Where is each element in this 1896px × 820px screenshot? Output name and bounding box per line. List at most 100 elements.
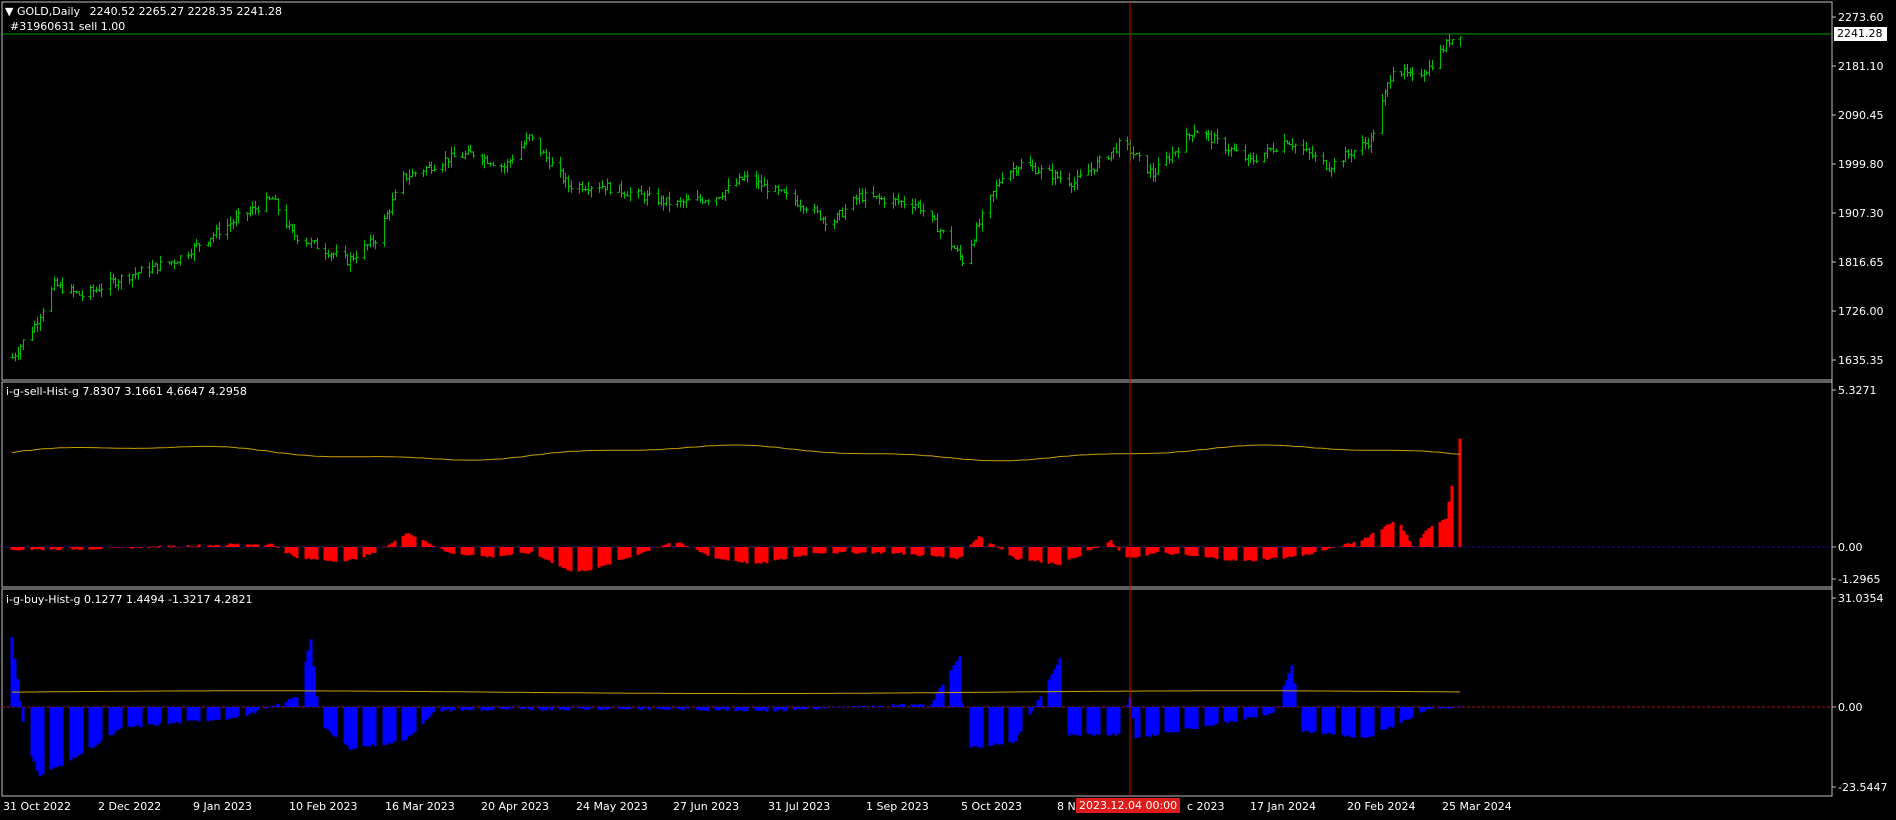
ohlc-bar (211, 232, 216, 243)
ohlc-bar (158, 255, 163, 272)
sell-hist-bar (1419, 537, 1423, 547)
buy-hist-bar (1125, 705, 1129, 707)
ohlc-bar (345, 253, 350, 266)
ohlc-bar (505, 159, 510, 173)
time-axis-label: c 2023 (1187, 800, 1225, 813)
ohlc-bar (843, 204, 848, 220)
price-axis-label: 1907.30 (1838, 207, 1884, 220)
sell-hist-bar (365, 547, 369, 555)
chart-canvas[interactable] (0, 0, 1896, 820)
sell-hist-bar (1117, 547, 1121, 551)
sell-hist-bar (1036, 547, 1040, 561)
sell-hist-bar (424, 541, 428, 547)
ohlc-bar (994, 179, 999, 199)
sell-hist-bar (443, 547, 447, 552)
price-axis-label: 2273.60 (1838, 11, 1884, 24)
buy-hist-bar (1329, 707, 1333, 734)
ohlc-bar (879, 195, 884, 200)
ohlc-bar (1097, 155, 1102, 169)
ohlc-bar (334, 244, 339, 258)
price-axis-label: 2090.45 (1838, 109, 1884, 122)
sell-hist-bar (284, 547, 288, 554)
buy-hist-bar (1055, 664, 1059, 707)
ohlc-bar (988, 194, 993, 219)
sell-hist-bar (1366, 537, 1370, 547)
sell-hist-bar (1346, 543, 1350, 547)
buy-hist-bar (1072, 707, 1076, 735)
ohlc-bar (1053, 169, 1058, 185)
ohlc-bar (482, 153, 487, 169)
sell-hist-bar (1405, 534, 1409, 547)
order-label[interactable]: #31960631 sell 1.00 (10, 20, 125, 33)
sell-hist-bar (941, 547, 945, 558)
sell-hist-bar (60, 547, 64, 549)
buy-hist-bar (253, 707, 257, 714)
ohlc-bar (1248, 152, 1253, 163)
buy-hist-bar (622, 707, 626, 710)
sell-hist-bar (1313, 547, 1317, 553)
ohlc-bar (1274, 148, 1279, 153)
buy-hist-bar (801, 707, 805, 710)
ohlc-bar (586, 182, 591, 196)
sell-hist-bar (1069, 547, 1073, 558)
sell-hist-bar (547, 547, 551, 561)
sell-hist-bar (1192, 547, 1196, 557)
buy-hist-bar (958, 656, 962, 707)
sell-hist-bar (566, 547, 570, 571)
sell-hist-bar (955, 547, 959, 560)
symbol-header[interactable]: ▼ GOLD,Daily 2240.52 2265.27 2228.35 224… (5, 5, 282, 18)
buy-hist-bar (460, 707, 464, 711)
sell-hist-bar (823, 547, 827, 554)
sell-hist-bar (326, 547, 330, 562)
buy-hist-bar (1346, 707, 1350, 736)
sell-hist-bar (1380, 529, 1384, 547)
sell-hist-bar (18, 547, 22, 551)
sell-hist-bar (1229, 547, 1233, 561)
ohlc-bar (1438, 44, 1443, 70)
ohlc-bar (197, 243, 202, 252)
buy-hist-bar (527, 707, 531, 709)
sell-hist-bar (41, 547, 45, 551)
ohlc-bar (499, 163, 504, 173)
sell-hist-bar (178, 546, 182, 548)
sell-hist-bar (636, 547, 640, 555)
sell-hist-bar (686, 546, 690, 548)
ohlc-bar (558, 156, 563, 178)
ohlc-bar (1405, 63, 1410, 77)
ohlc-bar (1069, 182, 1074, 194)
sell-hist-bar (385, 547, 389, 548)
sell-hist-bar (253, 544, 257, 547)
ohlc-bar (508, 158, 513, 168)
sell-hist-bar (1447, 501, 1451, 547)
ohlc-bar (1000, 172, 1005, 185)
sell-hist-bar (292, 547, 296, 557)
sell-hist-bar (695, 547, 699, 550)
buy-hist-bar (1153, 707, 1157, 737)
sell-hist-bar (250, 544, 254, 547)
sell-hist-bar (1075, 547, 1079, 558)
buy-hist-bar (491, 707, 495, 710)
buy-hist-bar (656, 707, 660, 710)
buy-hist-bar (960, 702, 964, 707)
ohlc-bar (35, 316, 40, 332)
buy-hist-bar (1430, 707, 1434, 709)
sell-hist-bar (1290, 547, 1294, 558)
sell-axis-zero: 0.00 (1838, 541, 1863, 554)
sell-hist-bar (1226, 547, 1230, 561)
sell-hist-bar (720, 547, 724, 560)
ohlc-bar (217, 222, 222, 240)
sell-hist-bar (488, 547, 492, 557)
ohlc-bar (284, 204, 289, 229)
ohlc-bar (343, 245, 348, 259)
ohlc-bar (331, 252, 336, 259)
ohlc-bar (354, 250, 359, 264)
sell-hist-bar (1016, 547, 1020, 560)
buy-hist-bar (675, 707, 679, 709)
sell-hist-bar (228, 543, 232, 547)
collapse-triangle-icon[interactable]: ▼ (5, 5, 13, 18)
buy-hist-bar (994, 707, 998, 744)
ohlc-bar (1262, 152, 1267, 163)
ohlc-bar (902, 196, 907, 209)
buy-hist-bar (505, 707, 509, 711)
sell-hist-bar (997, 547, 1001, 548)
